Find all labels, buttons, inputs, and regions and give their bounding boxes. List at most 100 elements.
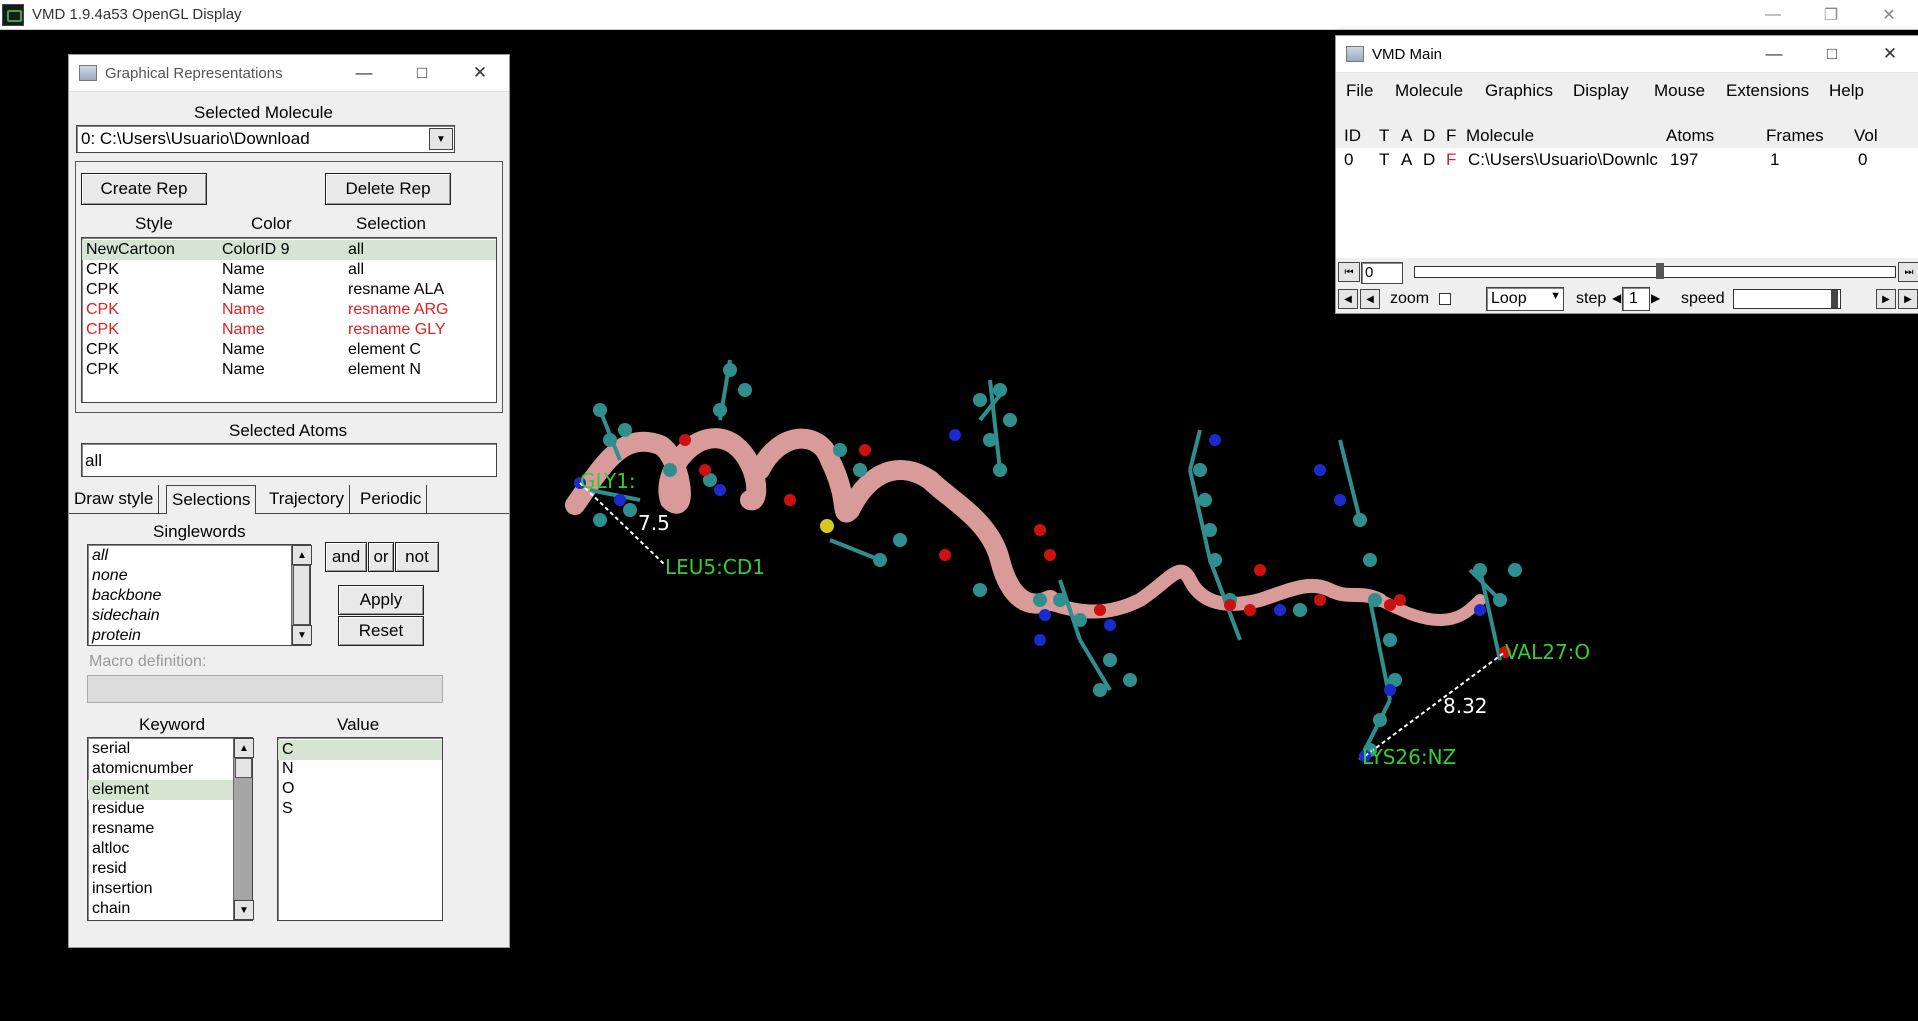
scroll-down-icon[interactable]: ▼ xyxy=(234,900,254,920)
list-item[interactable]: sidechain xyxy=(92,607,160,625)
or-button[interactable]: or xyxy=(368,542,394,572)
maximize-icon[interactable]: □ xyxy=(393,63,451,83)
column-color: Color xyxy=(251,214,292,233)
list-item[interactable]: insertion xyxy=(92,880,152,898)
list-item[interactable]: altloc xyxy=(92,840,129,858)
list-item[interactable]: backbone xyxy=(92,587,161,605)
tab-selections[interactable]: Selections xyxy=(166,485,257,514)
selected-atoms-input[interactable]: all xyxy=(81,443,497,477)
rep-row[interactable]: CPK Name element C xyxy=(82,340,496,360)
list-item[interactable]: all xyxy=(92,547,108,565)
opengl-title-bar: VMD 1.9.4a53 OpenGL Display — ❐ ✕ xyxy=(0,0,1918,30)
tab-draw-style[interactable]: Draw style xyxy=(69,485,160,513)
menu-graphics[interactable]: Graphics xyxy=(1485,81,1553,101)
close-icon[interactable]: ✕ xyxy=(1860,0,1918,29)
singlewords-list[interactable]: all none backbone sidechain protein ▲ ▼ xyxy=(87,544,312,646)
vmd-app-icon xyxy=(2,3,24,26)
frame-input[interactable]: 0 xyxy=(1361,262,1403,284)
menu-display[interactable]: Display xyxy=(1573,81,1629,101)
singlewords-label: Singlewords xyxy=(153,522,246,541)
list-item[interactable]: S xyxy=(282,800,293,818)
tab-periodic[interactable]: Periodic xyxy=(355,485,428,513)
vmd-main-window: VMD Main — □ ✕ File Molecule Graphics Di… xyxy=(1335,35,1918,314)
list-item[interactable]: serial xyxy=(92,740,130,758)
list-item[interactable]: resid xyxy=(92,860,127,878)
chevron-down-icon[interactable]: ▼ xyxy=(1550,290,1561,302)
goto-start-icon[interactable]: ⏮ xyxy=(1338,262,1360,282)
scrollbar[interactable]: ▲ ▼ xyxy=(291,545,312,645)
label-distance-1: 7.5 xyxy=(638,511,670,535)
rep-row[interactable]: CPK Name element N xyxy=(82,360,496,380)
list-item[interactable]: none xyxy=(92,567,128,585)
list-item[interactable]: protein xyxy=(92,627,141,645)
step-input[interactable]: 1 xyxy=(1622,287,1650,311)
molecule-list[interactable]: 0 T A D F C:\Users\Usuario\Downlc 197 1 … xyxy=(1336,148,1918,258)
value-list[interactable]: C N O S xyxy=(277,737,443,921)
scroll-thumb[interactable] xyxy=(293,565,310,625)
tab-trajectory[interactable]: Trajectory xyxy=(264,485,350,513)
scrollbar[interactable]: ▲ ▼ xyxy=(233,738,254,920)
speed-slider[interactable] xyxy=(1733,289,1841,309)
play-controls: ◀ ◀ zoom Loop ▼ step ◀ 1 ▶ speed ▶ ▶ xyxy=(1336,287,1918,311)
list-item[interactable]: residue xyxy=(92,800,144,818)
slider-handle[interactable] xyxy=(1831,290,1838,308)
label-gly1: GLY1: xyxy=(580,469,636,493)
minimize-icon[interactable]: — xyxy=(1745,44,1803,64)
step-decrement-icon[interactable]: ◀ xyxy=(1612,291,1621,305)
delete-rep-button[interactable]: Delete Rep xyxy=(325,173,451,205)
list-item[interactable]: O xyxy=(282,780,294,798)
keyword-list[interactable]: serial atomicnumber element residue resn… xyxy=(87,737,254,921)
scroll-thumb[interactable] xyxy=(235,758,252,778)
list-item[interactable]: atomicnumber xyxy=(92,760,193,778)
frame-slider[interactable] xyxy=(1414,263,1896,279)
minimize-icon[interactable]: — xyxy=(1744,0,1802,29)
play-reverse-icon[interactable]: ◀ xyxy=(1360,289,1380,309)
scroll-down-icon[interactable]: ▼ xyxy=(292,625,312,645)
list-item[interactable]: resname xyxy=(92,820,154,838)
chevron-down-icon[interactable]: ▼ xyxy=(429,128,453,150)
reset-button[interactable]: Reset xyxy=(338,616,424,646)
menu-mouse[interactable]: Mouse xyxy=(1654,81,1705,101)
rep-row-disabled[interactable]: CPK Name resname ARG xyxy=(82,300,496,320)
step-back-icon[interactable]: ◀ xyxy=(1338,289,1358,309)
rep-row[interactable]: NewCartoon ColorID 9 all xyxy=(82,240,496,260)
window-icon xyxy=(79,65,97,81)
list-item[interactable]: N xyxy=(282,760,294,778)
graphrep-title: Graphical Representations xyxy=(105,64,283,82)
rep-row-disabled[interactable]: CPK Name resname GLY xyxy=(82,320,496,340)
maximize-icon[interactable]: □ xyxy=(1803,44,1861,64)
list-item[interactable]: chain xyxy=(92,900,130,918)
molecule-row[interactable]: 0 T A D F C:\Users\Usuario\Downlc 197 1 … xyxy=(1336,150,1918,172)
macro-definition-input[interactable] xyxy=(87,675,443,703)
minimize-icon[interactable]: — xyxy=(335,63,393,83)
not-button[interactable]: not xyxy=(395,542,439,572)
menu-file[interactable]: File xyxy=(1346,81,1373,101)
molecule-select[interactable]: 0: C:\Users\Usuario\Download ▼ xyxy=(76,125,455,153)
vmdmain-title: VMD Main xyxy=(1372,45,1443,63)
apply-button[interactable]: Apply xyxy=(338,585,424,615)
reps-list[interactable]: NewCartoon ColorID 9 all CPK Name all CPK Nam… xyxy=(81,237,497,403)
zoom-checkbox[interactable] xyxy=(1439,293,1451,305)
column-style: Style xyxy=(135,214,173,233)
slider-handle[interactable] xyxy=(1656,263,1664,279)
close-icon[interactable]: ✕ xyxy=(1861,44,1918,64)
rep-row[interactable]: CPK Name all xyxy=(82,260,496,280)
menu-help[interactable]: Help xyxy=(1829,81,1864,101)
list-item-selected[interactable]: C xyxy=(278,740,442,760)
menu-molecule[interactable]: Molecule xyxy=(1395,81,1463,101)
macro-definition-label: Macro definition: xyxy=(89,653,207,670)
menu-extensions[interactable]: Extensions xyxy=(1726,81,1809,101)
loop-select[interactable]: Loop ▼ xyxy=(1486,287,1564,311)
list-item-selected[interactable]: element xyxy=(88,780,234,800)
step-forward-icon[interactable]: ▶ xyxy=(1898,289,1918,309)
scroll-up-icon[interactable]: ▲ xyxy=(292,545,312,565)
play-forward-icon[interactable]: ▶ xyxy=(1876,289,1896,309)
and-button[interactable]: and xyxy=(325,542,367,572)
close-icon[interactable]: ✕ xyxy=(451,63,509,83)
scroll-up-icon[interactable]: ▲ xyxy=(234,738,254,758)
goto-end-icon[interactable]: ⏭ xyxy=(1898,262,1918,282)
rep-row[interactable]: CPK Name resname ALA xyxy=(82,280,496,300)
create-rep-button[interactable]: Create Rep xyxy=(81,173,207,205)
step-increment-icon[interactable]: ▶ xyxy=(1651,291,1660,305)
restore-icon[interactable]: ❐ xyxy=(1802,0,1860,29)
